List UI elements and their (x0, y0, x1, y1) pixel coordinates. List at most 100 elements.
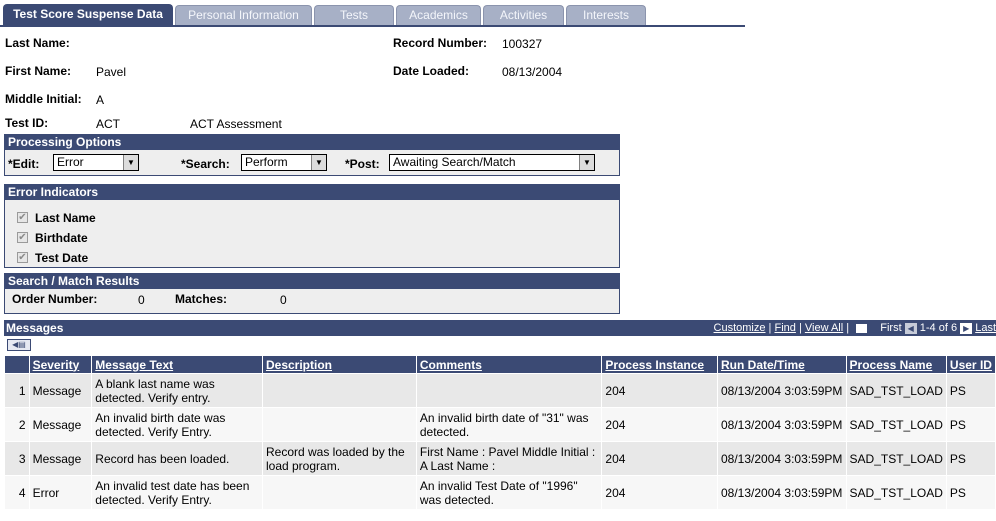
first-label[interactable]: First (880, 322, 901, 334)
run-date-time-cell: 08/13/2004 3:03:59PM (717, 441, 847, 476)
record-number-value: 100327 (502, 37, 543, 51)
tab-divider (0, 25, 745, 27)
process-name-cell: SAD_TST_LOAD (845, 373, 947, 408)
tab-test-score-suspense-data[interactable]: Test Score Suspense Data (3, 4, 173, 26)
message-text-cell: A blank last name was detected. Verify e… (91, 373, 263, 408)
message-text-cell: An invalid birth date was detected. Veri… (91, 407, 263, 442)
find-link[interactable]: Find (774, 322, 795, 334)
message-text-cell: Record has been loaded. (91, 441, 263, 476)
run-date-time-column-header[interactable]: Run Date/Time (717, 355, 847, 374)
order-number-label: Order Number: (12, 292, 98, 306)
table-row: 2 Message An invalid birth date was dete… (4, 407, 996, 442)
comments-cell: An invalid Test Date of "1996" was detec… (415, 475, 603, 510)
user-id-cell: PS (945, 407, 996, 442)
process-name-cell: SAD_TST_LOAD (845, 441, 947, 476)
test-id-value: ACT (96, 117, 120, 131)
comments-cell: First Name : Pavel Middle Initial : A La… (415, 441, 603, 476)
date-loaded-label: Date Loaded: (393, 64, 470, 78)
user-id-cell: PS (945, 373, 996, 408)
run-date-time-cell: 08/13/2004 3:03:59PM (717, 407, 847, 442)
tab-academics[interactable]: Academics (396, 5, 481, 25)
process-instance-column-header[interactable]: Process Instance (601, 355, 718, 374)
user-id-column-header[interactable]: User ID (945, 355, 996, 374)
last-name-checkbox[interactable]: ✔ (17, 212, 28, 223)
chevron-down-icon[interactable]: ▼ (123, 155, 138, 170)
process-name-column-header[interactable]: Process Name (845, 355, 947, 374)
message-text-column-header[interactable]: Message Text (91, 355, 263, 374)
first-name-label: First Name: (5, 64, 72, 78)
search-select[interactable]: Perform ▼ (241, 154, 327, 171)
process-name-cell: SAD_TST_LOAD (845, 407, 947, 442)
message-text-cell: An invalid test date has been detected. … (91, 475, 263, 510)
description-cell (261, 373, 417, 408)
grid-navigation: Customize | Find | View All | First ◀ 1-… (713, 322, 996, 334)
messages-title: Messages (6, 321, 64, 335)
matches-value: 0 (280, 293, 287, 307)
description-column-header[interactable]: Description (261, 355, 417, 374)
chevron-down-icon[interactable]: ▼ (579, 155, 594, 170)
test-date-checkbox-label: Test Date (35, 251, 89, 265)
run-date-time-cell: 08/13/2004 3:03:59PM (717, 373, 847, 408)
error-indicators-group: Error Indicators ✔ Last Name ✔ Birthdate… (4, 184, 620, 268)
messages-grid: Severity Message Text Description Commen… (4, 355, 996, 510)
birthdate-checkbox-label: Birthdate (35, 231, 88, 245)
severity-cell: Message (28, 407, 93, 442)
process-instance-cell: 204 (601, 407, 718, 442)
search-match-results-group: Search / Match Results Order Number: 0 M… (4, 273, 620, 314)
last-name-label: Last Name: (5, 36, 70, 50)
first-name-value: Pavel (96, 65, 127, 79)
process-instance-cell: 204 (601, 441, 718, 476)
test-date-checkbox[interactable]: ✔ (17, 252, 28, 263)
row-number: 4 (4, 475, 30, 510)
row-number-header (4, 355, 30, 374)
process-instance-cell: 204 (601, 373, 718, 408)
record-number-label: Record Number: (393, 36, 488, 50)
row-number: 3 (4, 441, 30, 476)
edit-label: *Edit: (8, 157, 40, 171)
grid-header-row: Severity Message Text Description Commen… (4, 355, 996, 374)
post-select[interactable]: Awaiting Search/Match ▼ (389, 154, 595, 171)
tab-interests[interactable]: Interests (566, 5, 646, 25)
process-instance-cell: 204 (601, 475, 718, 510)
comments-cell (415, 373, 603, 408)
tab-personal-information[interactable]: Personal Information (175, 5, 312, 25)
search-match-results-title: Search / Match Results (5, 274, 619, 289)
date-loaded-value: 08/13/2004 (502, 65, 563, 79)
row-number: 1 (4, 373, 30, 408)
user-id-cell: PS (945, 475, 996, 510)
processing-options-title: Processing Options (5, 135, 619, 150)
birthdate-checkbox[interactable]: ✔ (17, 232, 28, 243)
customize-link[interactable]: Customize (714, 322, 766, 334)
edit-select[interactable]: Error ▼ (53, 154, 139, 171)
tab-tests[interactable]: Tests (314, 5, 394, 25)
severity-cell: Message (28, 441, 93, 476)
user-id-cell: PS (945, 441, 996, 476)
edit-select-value: Error (57, 155, 84, 169)
comments-cell: An invalid birth date of "31" was detect… (415, 407, 603, 442)
error-indicators-title: Error Indicators (5, 185, 619, 200)
severity-cell: Error (28, 475, 93, 510)
last-name-checkbox-label: Last Name (35, 211, 96, 225)
messages-header: Messages Customize | Find | View All | F… (4, 320, 996, 336)
tab-activities[interactable]: Activities (483, 5, 564, 25)
test-description: ACT Assessment (190, 117, 282, 131)
table-row: 1 Message A blank last name was detected… (4, 373, 996, 408)
description-cell (261, 407, 417, 442)
process-name-cell: SAD_TST_LOAD (845, 475, 947, 510)
row-number: 2 (4, 407, 30, 442)
comments-column-header[interactable]: Comments (415, 355, 603, 374)
post-select-value: Awaiting Search/Match (393, 155, 516, 169)
order-number-value: 0 (138, 293, 145, 307)
chevron-down-icon[interactable]: ▼ (311, 155, 326, 170)
severity-column-header[interactable]: Severity (28, 355, 93, 374)
download-grid-icon[interactable] (856, 323, 868, 333)
next-arrow-icon[interactable]: ▶ (960, 322, 973, 334)
middle-initial-label: Middle Initial: (5, 92, 82, 106)
table-row: 4 Error An invalid test date has been de… (4, 475, 996, 510)
last-link[interactable]: Last (975, 322, 996, 334)
previous-arrow-icon[interactable]: ◀ (904, 322, 917, 334)
description-cell: Record was loaded by the load program. (261, 441, 417, 476)
expand-grid-icon[interactable]: ◀▤ (7, 339, 31, 351)
search-select-value: Perform (245, 155, 288, 169)
view-all-link[interactable]: View All (805, 322, 843, 334)
